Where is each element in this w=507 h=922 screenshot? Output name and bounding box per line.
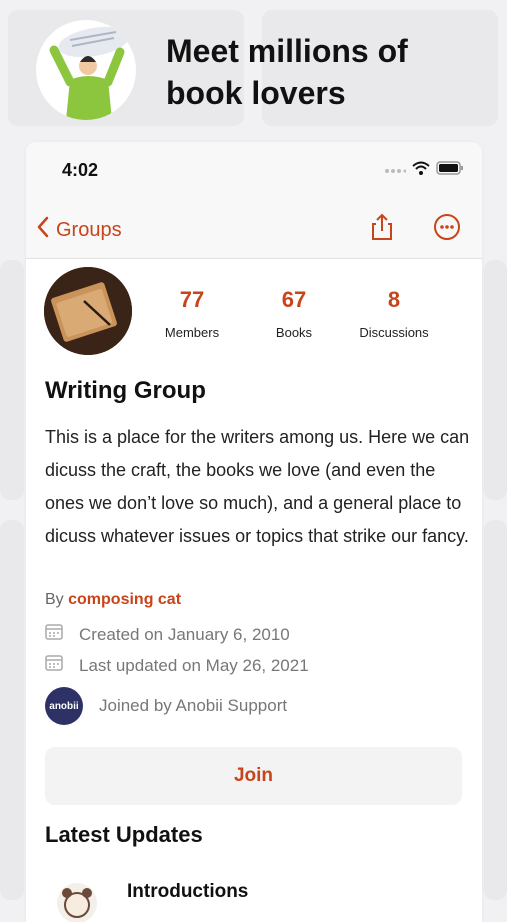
joined-text: Joined by Anobii Support	[99, 696, 288, 715]
update-avatar	[57, 883, 97, 922]
ellipsis-circle-icon	[432, 214, 462, 246]
stat-members[interactable]: 77 Members	[158, 287, 226, 340]
background-tile	[484, 520, 507, 900]
reader-illustration	[36, 20, 136, 120]
group-title: Writing Group	[45, 377, 206, 404]
members-count: 77	[179, 287, 205, 312]
more-options-button[interactable]	[432, 212, 462, 242]
navigation-bar: Groups	[26, 198, 482, 259]
created-text: Created on January 6, 2010	[79, 624, 290, 644]
updated-text: Last updated on May 26, 2021	[79, 655, 309, 675]
calendar-icon	[45, 654, 79, 677]
share-icon	[367, 213, 397, 246]
wifi-icon	[412, 161, 430, 180]
app-screen: 4:02 Groups 77 Members 67 Books 8 Discus…	[26, 142, 482, 922]
battery-icon	[436, 160, 464, 180]
latest-updates-heading: Latest Updates	[45, 822, 203, 847]
background-tile	[0, 260, 24, 500]
group-description: This is a place for the writers among us…	[45, 427, 470, 546]
background-tile	[484, 260, 507, 500]
members-label: Members	[164, 325, 220, 340]
books-count: 67	[281, 287, 307, 312]
promo-headline: Meet millions of book lovers	[166, 33, 408, 111]
author-link[interactable]: composing cat	[68, 591, 181, 608]
joined-by: anobii Joined by Anobii Support	[45, 687, 287, 725]
byline-prefix: By	[45, 591, 64, 608]
status-icons	[384, 160, 464, 180]
stat-books[interactable]: 67 Books	[266, 287, 322, 340]
discussions-count: 8	[387, 287, 401, 312]
chevron-left-icon	[36, 216, 50, 244]
updated-date: Last updated on May 26, 2021	[45, 654, 309, 677]
group-avatar	[44, 267, 132, 355]
back-label: Groups	[56, 218, 122, 241]
join-button[interactable]: Join	[45, 747, 462, 805]
books-label: Books	[275, 325, 313, 340]
byline: By composing cat	[45, 591, 181, 609]
created-date: Created on January 6, 2010	[45, 623, 290, 646]
anobii-logo: anobii	[45, 687, 83, 725]
stat-discussions[interactable]: 8 Discussions	[352, 287, 436, 340]
share-button[interactable]	[367, 212, 397, 242]
signal-icon	[384, 161, 407, 179]
list-item[interactable]: Introductions	[45, 877, 465, 922]
background-tile	[0, 520, 24, 900]
status-time: 4:02	[62, 160, 99, 180]
status-bar: 4:02	[26, 142, 482, 198]
back-button[interactable]: Groups	[36, 216, 122, 244]
discussions-label: Discussions	[359, 325, 429, 340]
calendar-icon	[45, 623, 79, 646]
